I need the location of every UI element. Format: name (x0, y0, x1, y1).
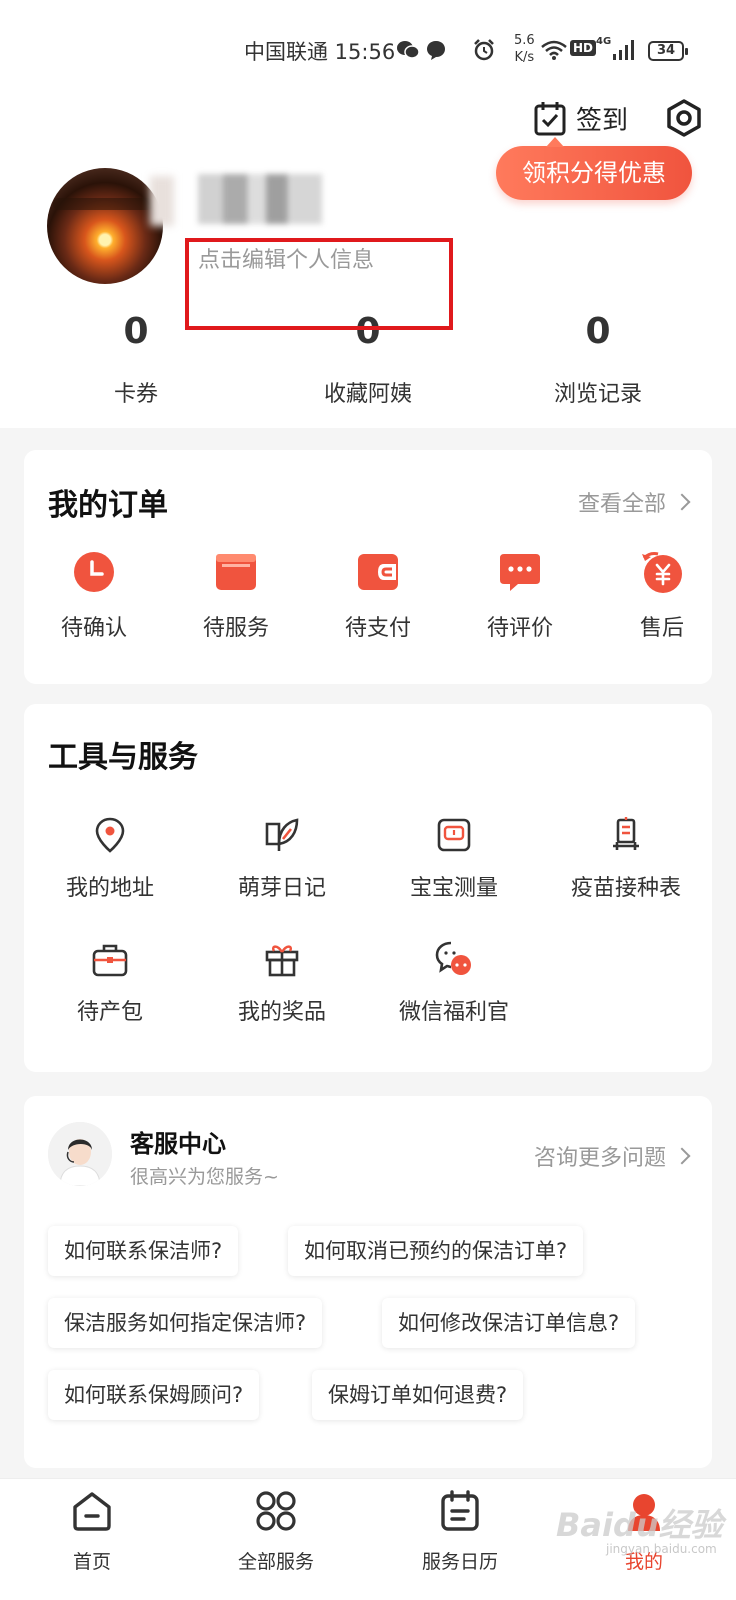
faq-chip[interactable]: 如何联系保洁师? (48, 1226, 239, 1276)
order-label: 待评价 (486, 616, 553, 641)
location-pin-icon (95, 817, 125, 853)
baidu-watermark: Baidu经验 (556, 1506, 723, 1544)
profile-header: 中国联通 15:56 5.6 K/s HD 4G 34 签到 领积分得优惠 点击… (0, 0, 736, 428)
wallet-icon (358, 554, 398, 590)
faq-chip[interactable]: 如何联系保姆顾问? (48, 1370, 260, 1420)
nav-all-services[interactable]: 全部服务 (206, 1489, 346, 1574)
tool-sprout-diary[interactable]: 萌芽日记 (196, 816, 368, 902)
tools-title: 工具与服务 (48, 740, 198, 775)
orders-card: 我的订单 查看全部 待确认 待服务 待支付 待评价 售后 (24, 450, 712, 684)
points-promo-pill[interactable]: 领积分得优惠 (496, 137, 692, 200)
tool-label: 宝宝测量 (409, 876, 498, 901)
orders-title: 我的订单 (48, 488, 168, 523)
gear-icon (667, 99, 701, 137)
gift-icon (265, 945, 299, 977)
chevron-right-icon (673, 493, 691, 511)
net-type: 4G (596, 36, 612, 47)
stat-label: 浏览记录 (553, 382, 642, 407)
order-label: 待服务 (202, 616, 269, 641)
faq-chip[interactable]: 保姆订单如何退费? (312, 1370, 524, 1420)
tool-baby-measure[interactable]: 宝宝测量 (368, 816, 540, 902)
tool-my-prizes[interactable]: 我的奖品 (196, 940, 368, 1026)
chat-bubble-icon (500, 554, 540, 591)
order-label: 待支付 (344, 616, 411, 641)
battery-icon: 34 (648, 41, 688, 61)
customer-service-card: 客服中心 很高兴为您服务~ 咨询更多问题 如何联系保洁师? 如何取消已预约的保洁… (24, 1096, 712, 1468)
order-label: 待确认 (60, 616, 127, 641)
view-all-orders-link[interactable]: 查看全部 (577, 486, 691, 518)
tool-my-address[interactable]: 我的地址 (24, 816, 196, 902)
calendar-check-icon (534, 102, 566, 136)
net-speed: 5.6 K/s (514, 33, 535, 65)
nav-home[interactable]: 首页 (22, 1489, 162, 1574)
faq-chip[interactable]: 保洁服务如何指定保洁师? (48, 1298, 323, 1348)
stat-value: 0 (585, 311, 611, 352)
bag-icon (92, 944, 128, 977)
wechat-icon (396, 38, 420, 62)
tool-label: 待产包 (76, 1000, 143, 1025)
wechat-chat-icon (435, 941, 471, 975)
name-blur-left (150, 176, 174, 226)
hd-badge: HD (570, 40, 597, 56)
grid-circles-icon (256, 1491, 296, 1531)
checkin-button[interactable]: 签到 (534, 98, 628, 138)
view-all-label: 查看全部 (577, 492, 666, 517)
status-bar: 中国联通 15:56 5.6 K/s HD 4G 34 (0, 33, 736, 70)
faq-chip[interactable]: 如何修改保洁订单信息? (382, 1298, 636, 1348)
order-label: 售后 (639, 616, 684, 641)
home-icon (73, 1492, 111, 1531)
tool-label: 我的奖品 (237, 1000, 326, 1025)
annotation-highlight-box (185, 238, 453, 330)
tools-card: 工具与服务 我的地址 萌芽日记 宝宝测量 疫苗接种表 待产包 我的奖品 微信福利… (24, 704, 712, 1072)
vaccine-icon (613, 817, 639, 850)
message-icon (424, 38, 448, 62)
alarm-icon (472, 38, 496, 62)
checkin-label: 签到 (576, 105, 629, 136)
avatar[interactable] (47, 168, 163, 284)
order-pending-confirm[interactable]: 待确认 (34, 550, 154, 642)
calendar-card-icon (216, 554, 256, 590)
stat-label: 收藏阿姨 (323, 382, 412, 407)
tool-label: 疫苗接种表 (570, 876, 681, 901)
clock-icon (74, 552, 114, 592)
order-pending-review[interactable]: 待评价 (460, 550, 580, 642)
tool-wechat-benefits[interactable]: 微信福利官 (368, 940, 540, 1026)
wifi-icon (540, 38, 568, 62)
nav-label: 服务日历 (421, 1551, 498, 1573)
nav-label: 全部服务 (237, 1551, 314, 1573)
scale-icon (437, 818, 471, 852)
sprout-diary-icon (265, 818, 299, 851)
tool-vaccine-schedule[interactable]: 疫苗接种表 (540, 816, 712, 902)
carrier-time: 中国联通 15:56 (244, 40, 396, 64)
order-pending-payment[interactable]: 待支付 (318, 550, 438, 642)
stat-history[interactable]: 0 浏览记录 (518, 310, 678, 408)
nav-label: 首页 (72, 1551, 111, 1573)
tool-label: 我的地址 (65, 876, 154, 901)
customer-service-subtitle: 很高兴为您服务~ (130, 1166, 279, 1188)
username-blurred (198, 174, 322, 224)
nav-service-calendar[interactable]: 服务日历 (390, 1489, 530, 1574)
settings-button[interactable] (664, 98, 704, 138)
tool-label: 微信福利官 (398, 1000, 509, 1025)
watermark-url: jingyan.baidu.com (606, 1542, 717, 1556)
chevron-right-icon (673, 1147, 691, 1165)
tool-birth-bag[interactable]: 待产包 (24, 940, 196, 1026)
customer-service-title: 客服中心 (130, 1130, 226, 1158)
faq-chip[interactable]: 如何取消已预约的保洁订单? (288, 1226, 584, 1276)
more-questions-link[interactable]: 咨询更多问题 (533, 1140, 691, 1172)
refund-yen-icon (642, 552, 682, 593)
stat-label: 卡券 (113, 382, 158, 407)
calendar-icon (441, 1490, 479, 1531)
order-pending-service[interactable]: 待服务 (176, 550, 296, 642)
more-questions-label: 咨询更多问题 (533, 1146, 666, 1171)
service-agent-avatar (48, 1122, 112, 1186)
signal-icon (610, 38, 638, 62)
tool-label: 萌芽日记 (237, 876, 326, 901)
order-after-sales[interactable]: 售后 (602, 550, 722, 642)
